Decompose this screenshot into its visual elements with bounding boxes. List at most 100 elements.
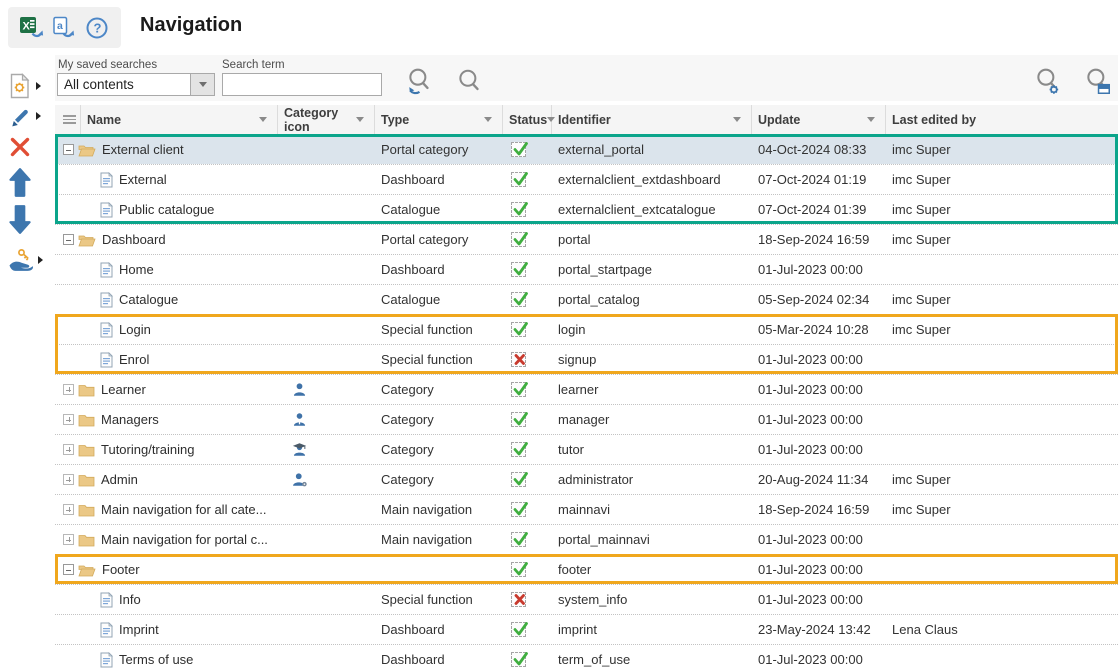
column-header-category-icon[interactable]: Category icon [278, 105, 375, 134]
edit-button[interactable] [8, 105, 41, 127]
row-identifier: administrator [552, 472, 752, 487]
row-status-cell [503, 652, 552, 667]
table-row[interactable]: Enrol Special function signup 01-Jul-202… [55, 344, 1118, 374]
document-export-icon[interactable]: a [50, 14, 78, 42]
document-icon [100, 292, 113, 308]
excel-export-icon[interactable]: X [18, 14, 46, 42]
filter-arrow-icon[interactable] [484, 117, 492, 122]
row-name: Terms of use [119, 652, 193, 667]
expand-plus-icon[interactable] [63, 474, 74, 485]
navigation-admin-page: X a ? [0, 0, 1118, 672]
folder-open-icon [78, 563, 96, 577]
row-last-edited-by: imc Super [886, 322, 1118, 337]
table-row[interactable]: Public catalogue Catalogue externalclien… [55, 194, 1118, 224]
document-icon [100, 322, 113, 338]
move-up-button[interactable] [8, 167, 32, 199]
search-settings-button[interactable] [1033, 67, 1063, 97]
column-header-last-edited-by[interactable]: Last edited by [886, 105, 1118, 134]
collapse-minus-icon[interactable] [63, 564, 74, 575]
row-name-cell: Dashboard [55, 232, 278, 247]
move-down-button[interactable] [8, 203, 32, 235]
table-row[interactable]: Main navigation for portal c... Main nav… [55, 524, 1118, 554]
table-row[interactable]: Catalogue Catalogue portal_catalog 05-Se… [55, 284, 1118, 314]
row-name-cell: Imprint [55, 622, 278, 638]
row-name-cell: Managers [55, 412, 278, 427]
row-identifier: login [552, 322, 752, 337]
chevron-down-icon [199, 82, 207, 87]
row-name: External [119, 172, 167, 187]
saved-searches-label: My saved searches [58, 59, 157, 71]
row-name: Main navigation for all cate... [101, 502, 266, 517]
folder-icon [78, 413, 95, 427]
table-row[interactable]: Imprint Dashboard imprint 23-May-2024 13… [55, 614, 1118, 644]
column-header-type[interactable]: Type [375, 105, 503, 134]
row-type: Catalogue [375, 202, 503, 217]
saved-searches-select[interactable]: All contents [57, 73, 215, 96]
folder-icon [78, 443, 95, 457]
filter-arrow-icon[interactable] [733, 117, 741, 122]
row-identifier: portal_startpage [552, 262, 752, 277]
folder-icon [78, 503, 95, 517]
row-name: Admin [101, 472, 138, 487]
table-row[interactable]: External client Portal category external… [55, 134, 1118, 164]
table-row[interactable]: Dashboard Portal category portal 18-Sep-… [55, 224, 1118, 254]
filter-arrow-icon[interactable] [259, 117, 267, 122]
row-status-cell [503, 442, 552, 457]
search-button[interactable] [455, 67, 485, 97]
table-row[interactable]: Terms of use Dashboard term_of_use 01-Ju… [55, 644, 1118, 672]
table-row[interactable]: Info Special function system_info 01-Jul… [55, 584, 1118, 614]
table-row[interactable]: External Dashboard externalclient_extdas… [55, 164, 1118, 194]
row-status-cell [503, 382, 552, 397]
document-icon [100, 202, 113, 218]
expand-plus-icon[interactable] [63, 504, 74, 515]
row-update: 23-May-2024 13:42 [752, 622, 886, 637]
save-search-button[interactable] [1083, 67, 1113, 97]
column-header-name[interactable]: Name [81, 105, 278, 134]
table-row[interactable]: Login Special function login 05-Mar-2024… [55, 314, 1118, 344]
row-name: Public catalogue [119, 202, 214, 217]
column-header-identifier[interactable]: Identifier [552, 105, 752, 134]
collapse-minus-icon[interactable] [63, 144, 74, 155]
row-type: Dashboard [375, 262, 503, 277]
dropdown-button[interactable] [190, 74, 214, 95]
row-identifier: portal [552, 232, 752, 247]
reset-search-button[interactable] [405, 67, 435, 97]
collapse-minus-icon[interactable] [63, 234, 74, 245]
new-item-button[interactable] [8, 73, 41, 99]
table-row[interactable]: Footer footer 01-Jul-2023 00:00 [55, 554, 1118, 584]
row-update: 01-Jul-2023 00:00 [752, 652, 886, 667]
table-row[interactable]: Learner Category learner 01-Jul-2023 00:… [55, 374, 1118, 404]
column-header-update[interactable]: Update [752, 105, 886, 134]
expand-plus-icon[interactable] [63, 414, 74, 425]
column-header-handle[interactable] [55, 105, 81, 134]
filter-arrow-icon[interactable] [867, 117, 875, 122]
filter-arrow-icon[interactable] [356, 117, 364, 122]
document-icon [100, 352, 113, 368]
highlight-group: Login Special function login 05-Mar-2024… [55, 314, 1118, 374]
expand-plus-icon[interactable] [63, 534, 74, 545]
expand-plus-icon[interactable] [63, 444, 74, 455]
permissions-button[interactable] [8, 248, 43, 272]
row-identifier: external_portal [552, 142, 752, 157]
row-type: Special function [375, 352, 503, 367]
row-update: 04-Oct-2024 08:33 [752, 142, 886, 157]
expand-plus-icon[interactable] [63, 384, 74, 395]
row-type: Special function [375, 322, 503, 337]
table-row[interactable]: Admin Category administrator 20-Aug-2024… [55, 464, 1118, 494]
table-row[interactable]: Home Dashboard portal_startpage 01-Jul-2… [55, 254, 1118, 284]
help-icon[interactable]: ? [83, 14, 111, 42]
search-term-input[interactable] [222, 73, 382, 96]
row-name: Enrol [119, 352, 149, 367]
status-active-icon [511, 202, 526, 217]
row-name: Footer [102, 562, 140, 577]
table-row[interactable]: Main navigation for all cate... Main nav… [55, 494, 1118, 524]
row-identifier: signup [552, 352, 752, 367]
table-row[interactable]: Managers Category manager 01-Jul-2023 00… [55, 404, 1118, 434]
table-body: External client Portal category external… [55, 134, 1118, 672]
search-panel: My saved searches All contents Search te… [55, 55, 1118, 101]
row-name: Login [119, 322, 151, 337]
column-header-status[interactable]: Status [503, 105, 552, 134]
row-name-cell: Public catalogue [55, 202, 278, 218]
delete-button[interactable] [8, 135, 32, 159]
table-row[interactable]: Tutoring/training Category tutor 01-Jul-… [55, 434, 1118, 464]
